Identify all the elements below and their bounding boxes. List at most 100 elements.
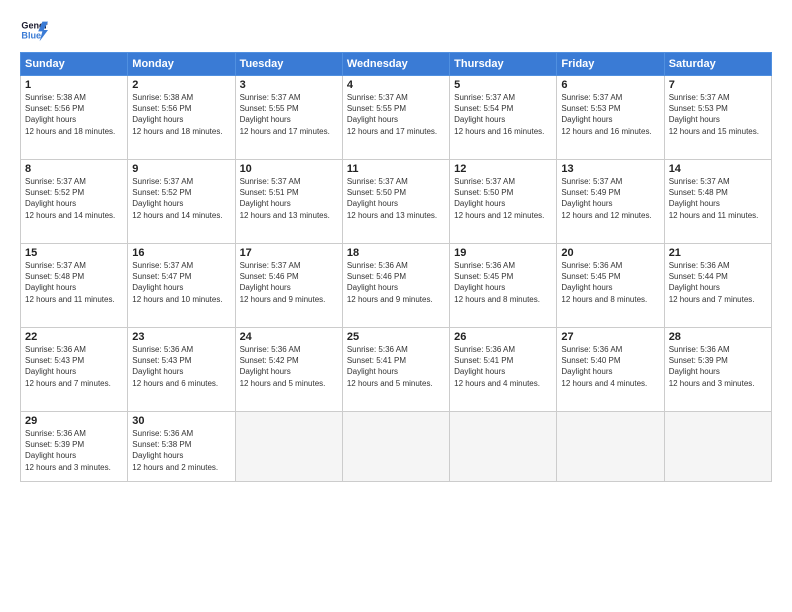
calendar-cell: 27 Sunrise: 5:36 AM Sunset: 5:40 PM Dayl… bbox=[557, 328, 664, 412]
day-number: 27 bbox=[561, 331, 659, 343]
day-number: 1 bbox=[25, 79, 123, 91]
calendar-cell: 18 Sunrise: 5:36 AM Sunset: 5:46 PM Dayl… bbox=[342, 244, 449, 328]
calendar-cell: 25 Sunrise: 5:36 AM Sunset: 5:41 PM Dayl… bbox=[342, 328, 449, 412]
day-number: 6 bbox=[561, 79, 659, 91]
day-number: 12 bbox=[454, 163, 552, 175]
calendar-cell: 12 Sunrise: 5:37 AM Sunset: 5:50 PM Dayl… bbox=[450, 160, 557, 244]
logo-icon: General Blue bbox=[20, 16, 48, 44]
day-number: 14 bbox=[669, 163, 767, 175]
day-info: Sunrise: 5:37 AM Sunset: 5:50 PM Dayligh… bbox=[347, 176, 445, 221]
calendar-cell bbox=[557, 412, 664, 482]
calendar-cell: 29 Sunrise: 5:36 AM Sunset: 5:39 PM Dayl… bbox=[21, 412, 128, 482]
calendar-cell: 22 Sunrise: 5:36 AM Sunset: 5:43 PM Dayl… bbox=[21, 328, 128, 412]
day-number: 17 bbox=[240, 247, 338, 259]
calendar-cell: 15 Sunrise: 5:37 AM Sunset: 5:48 PM Dayl… bbox=[21, 244, 128, 328]
day-number: 16 bbox=[132, 247, 230, 259]
day-info: Sunrise: 5:37 AM Sunset: 5:50 PM Dayligh… bbox=[454, 176, 552, 221]
day-info: Sunrise: 5:36 AM Sunset: 5:43 PM Dayligh… bbox=[25, 344, 123, 389]
day-info: Sunrise: 5:38 AM Sunset: 5:56 PM Dayligh… bbox=[132, 92, 230, 137]
page: General Blue Sunday Monday Tuesday Wedne… bbox=[0, 0, 792, 612]
day-number: 23 bbox=[132, 331, 230, 343]
calendar-cell: 11 Sunrise: 5:37 AM Sunset: 5:50 PM Dayl… bbox=[342, 160, 449, 244]
calendar: Sunday Monday Tuesday Wednesday Thursday… bbox=[20, 52, 772, 482]
day-info: Sunrise: 5:36 AM Sunset: 5:44 PM Dayligh… bbox=[669, 260, 767, 305]
logo: General Blue bbox=[20, 16, 48, 44]
calendar-cell: 17 Sunrise: 5:37 AM Sunset: 5:46 PM Dayl… bbox=[235, 244, 342, 328]
day-number: 19 bbox=[454, 247, 552, 259]
calendar-cell: 6 Sunrise: 5:37 AM Sunset: 5:53 PM Dayli… bbox=[557, 76, 664, 160]
calendar-cell: 3 Sunrise: 5:37 AM Sunset: 5:55 PM Dayli… bbox=[235, 76, 342, 160]
header-monday: Monday bbox=[128, 53, 235, 76]
header: General Blue bbox=[20, 16, 772, 44]
day-info: Sunrise: 5:37 AM Sunset: 5:48 PM Dayligh… bbox=[25, 260, 123, 305]
day-number: 30 bbox=[132, 415, 230, 427]
day-info: Sunrise: 5:37 AM Sunset: 5:52 PM Dayligh… bbox=[132, 176, 230, 221]
day-info: Sunrise: 5:37 AM Sunset: 5:54 PM Dayligh… bbox=[454, 92, 552, 137]
header-sunday: Sunday bbox=[21, 53, 128, 76]
day-info: Sunrise: 5:37 AM Sunset: 5:52 PM Dayligh… bbox=[25, 176, 123, 221]
day-info: Sunrise: 5:37 AM Sunset: 5:51 PM Dayligh… bbox=[240, 176, 338, 221]
calendar-cell: 30 Sunrise: 5:36 AM Sunset: 5:38 PM Dayl… bbox=[128, 412, 235, 482]
calendar-cell: 5 Sunrise: 5:37 AM Sunset: 5:54 PM Dayli… bbox=[450, 76, 557, 160]
day-info: Sunrise: 5:38 AM Sunset: 5:56 PM Dayligh… bbox=[25, 92, 123, 137]
day-number: 10 bbox=[240, 163, 338, 175]
day-info: Sunrise: 5:37 AM Sunset: 5:49 PM Dayligh… bbox=[561, 176, 659, 221]
day-number: 28 bbox=[669, 331, 767, 343]
calendar-cell bbox=[450, 412, 557, 482]
day-number: 21 bbox=[669, 247, 767, 259]
day-number: 22 bbox=[25, 331, 123, 343]
day-info: Sunrise: 5:36 AM Sunset: 5:45 PM Dayligh… bbox=[561, 260, 659, 305]
day-number: 24 bbox=[240, 331, 338, 343]
calendar-cell: 1 Sunrise: 5:38 AM Sunset: 5:56 PM Dayli… bbox=[21, 76, 128, 160]
day-number: 13 bbox=[561, 163, 659, 175]
day-number: 2 bbox=[132, 79, 230, 91]
day-info: Sunrise: 5:36 AM Sunset: 5:43 PM Dayligh… bbox=[132, 344, 230, 389]
calendar-cell: 2 Sunrise: 5:38 AM Sunset: 5:56 PM Dayli… bbox=[128, 76, 235, 160]
day-info: Sunrise: 5:36 AM Sunset: 5:38 PM Dayligh… bbox=[132, 428, 230, 473]
calendar-cell: 20 Sunrise: 5:36 AM Sunset: 5:45 PM Dayl… bbox=[557, 244, 664, 328]
header-thursday: Thursday bbox=[450, 53, 557, 76]
calendar-cell: 21 Sunrise: 5:36 AM Sunset: 5:44 PM Dayl… bbox=[664, 244, 771, 328]
day-number: 9 bbox=[132, 163, 230, 175]
calendar-cell: 16 Sunrise: 5:37 AM Sunset: 5:47 PM Dayl… bbox=[128, 244, 235, 328]
calendar-cell: 28 Sunrise: 5:36 AM Sunset: 5:39 PM Dayl… bbox=[664, 328, 771, 412]
day-info: Sunrise: 5:37 AM Sunset: 5:53 PM Dayligh… bbox=[561, 92, 659, 137]
header-wednesday: Wednesday bbox=[342, 53, 449, 76]
calendar-cell: 4 Sunrise: 5:37 AM Sunset: 5:55 PM Dayli… bbox=[342, 76, 449, 160]
header-friday: Friday bbox=[557, 53, 664, 76]
day-info: Sunrise: 5:37 AM Sunset: 5:48 PM Dayligh… bbox=[669, 176, 767, 221]
weekday-header-row: Sunday Monday Tuesday Wednesday Thursday… bbox=[21, 53, 772, 76]
header-tuesday: Tuesday bbox=[235, 53, 342, 76]
day-number: 29 bbox=[25, 415, 123, 427]
calendar-cell bbox=[342, 412, 449, 482]
day-number: 25 bbox=[347, 331, 445, 343]
day-info: Sunrise: 5:37 AM Sunset: 5:46 PM Dayligh… bbox=[240, 260, 338, 305]
day-number: 26 bbox=[454, 331, 552, 343]
day-info: Sunrise: 5:37 AM Sunset: 5:47 PM Dayligh… bbox=[132, 260, 230, 305]
day-info: Sunrise: 5:36 AM Sunset: 5:45 PM Dayligh… bbox=[454, 260, 552, 305]
calendar-cell bbox=[664, 412, 771, 482]
day-info: Sunrise: 5:36 AM Sunset: 5:41 PM Dayligh… bbox=[347, 344, 445, 389]
day-number: 4 bbox=[347, 79, 445, 91]
day-number: 5 bbox=[454, 79, 552, 91]
header-saturday: Saturday bbox=[664, 53, 771, 76]
day-number: 8 bbox=[25, 163, 123, 175]
day-info: Sunrise: 5:37 AM Sunset: 5:55 PM Dayligh… bbox=[347, 92, 445, 137]
calendar-cell: 7 Sunrise: 5:37 AM Sunset: 5:53 PM Dayli… bbox=[664, 76, 771, 160]
calendar-cell: 26 Sunrise: 5:36 AM Sunset: 5:41 PM Dayl… bbox=[450, 328, 557, 412]
calendar-cell bbox=[235, 412, 342, 482]
day-number: 20 bbox=[561, 247, 659, 259]
svg-text:Blue: Blue bbox=[21, 30, 41, 40]
day-info: Sunrise: 5:36 AM Sunset: 5:40 PM Dayligh… bbox=[561, 344, 659, 389]
calendar-cell: 10 Sunrise: 5:37 AM Sunset: 5:51 PM Dayl… bbox=[235, 160, 342, 244]
day-info: Sunrise: 5:36 AM Sunset: 5:39 PM Dayligh… bbox=[25, 428, 123, 473]
calendar-cell: 24 Sunrise: 5:36 AM Sunset: 5:42 PM Dayl… bbox=[235, 328, 342, 412]
day-info: Sunrise: 5:37 AM Sunset: 5:53 PM Dayligh… bbox=[669, 92, 767, 137]
calendar-cell: 8 Sunrise: 5:37 AM Sunset: 5:52 PM Dayli… bbox=[21, 160, 128, 244]
day-number: 3 bbox=[240, 79, 338, 91]
calendar-cell: 9 Sunrise: 5:37 AM Sunset: 5:52 PM Dayli… bbox=[128, 160, 235, 244]
calendar-cell: 13 Sunrise: 5:37 AM Sunset: 5:49 PM Dayl… bbox=[557, 160, 664, 244]
day-number: 18 bbox=[347, 247, 445, 259]
day-number: 11 bbox=[347, 163, 445, 175]
day-info: Sunrise: 5:36 AM Sunset: 5:41 PM Dayligh… bbox=[454, 344, 552, 389]
